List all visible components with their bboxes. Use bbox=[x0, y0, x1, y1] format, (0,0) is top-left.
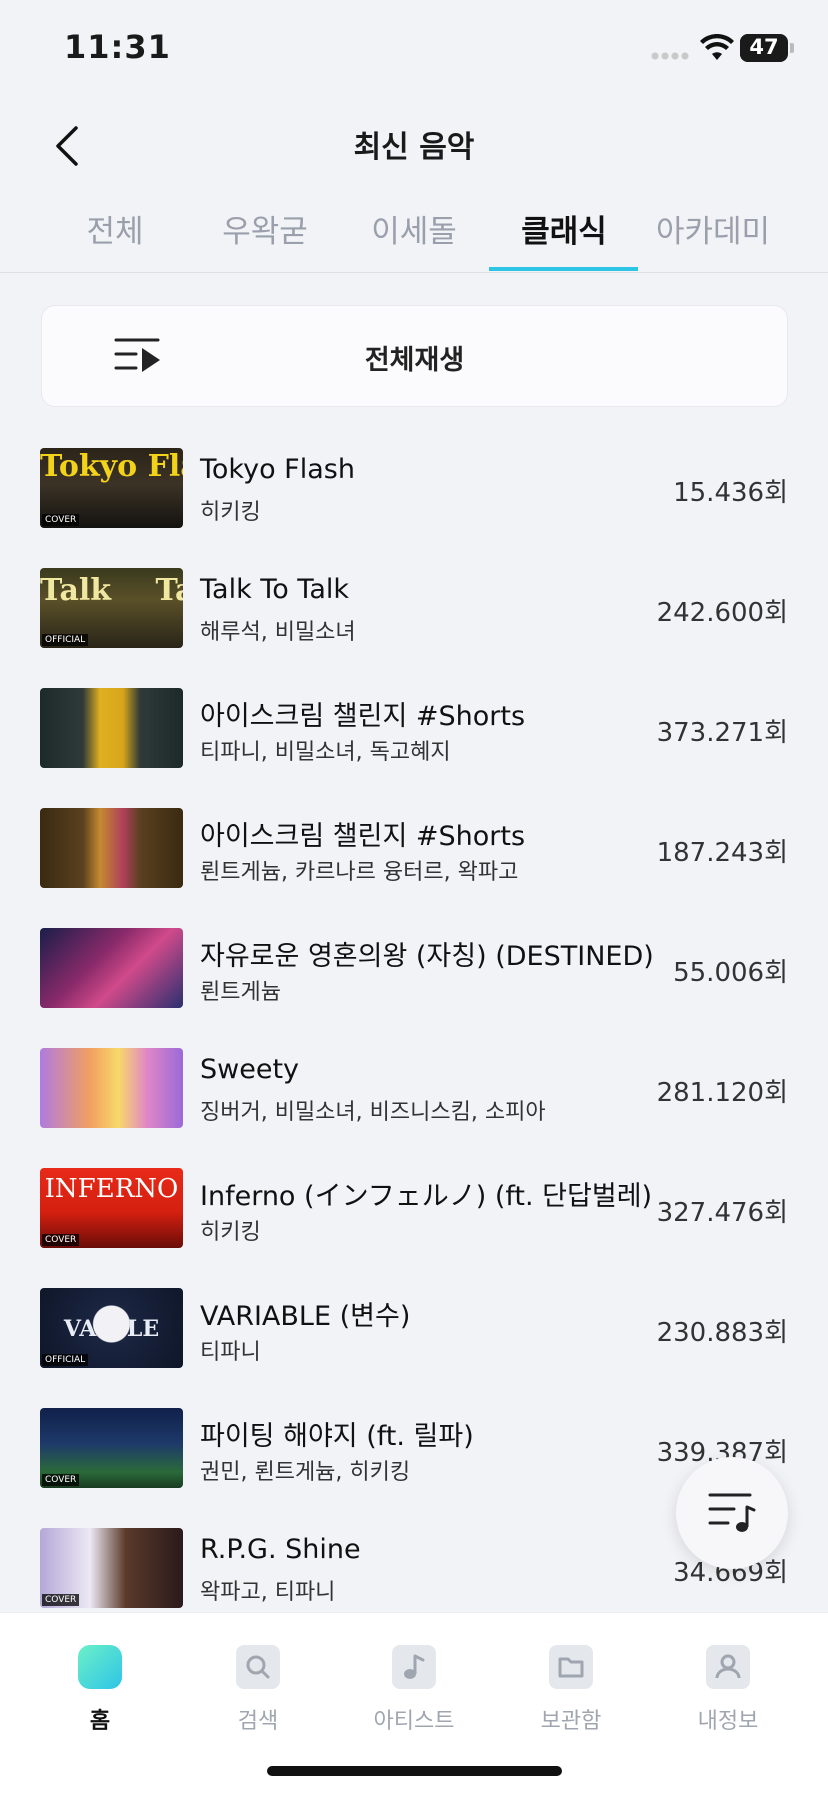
status-time: 11:31 bbox=[64, 28, 171, 66]
status-bar: 11:31 47 bbox=[0, 0, 828, 100]
nav-search[interactable]: 검색 bbox=[198, 1633, 318, 1734]
tab-woowakgood[interactable]: 우왁굳 bbox=[190, 206, 340, 251]
track-title: 파이팅 해야지 (ft. 릴파) bbox=[200, 1421, 474, 1452]
thumbnail-text: Tokyo Flash bbox=[40, 449, 183, 484]
track-play-count: 187.243회 bbox=[656, 838, 788, 868]
track-thumbnail bbox=[40, 808, 183, 888]
artist-icon bbox=[392, 1645, 436, 1689]
track-row[interactable]: Talk Talk OFFICIAL Talk To Talk 해루석, 비밀소… bbox=[0, 558, 828, 678]
profile-icon bbox=[706, 1645, 750, 1689]
header: 최신 음악 bbox=[0, 100, 828, 190]
nav-label: 홈 bbox=[89, 1709, 111, 1734]
thumbnail-text: VA LE bbox=[63, 1316, 160, 1342]
track-thumbnail: COVER bbox=[40, 1528, 183, 1608]
track-thumbnail: Talk Talk OFFICIAL bbox=[40, 568, 183, 648]
battery-percent: 47 bbox=[749, 35, 779, 59]
thumbnail-text: Talk Talk bbox=[40, 573, 183, 608]
folder-icon bbox=[549, 1645, 593, 1689]
track-title: R.P.G. Shine bbox=[200, 1534, 361, 1565]
track-row[interactable]: INFERNO COVER Inferno (インフェルノ) (ft. 단답벌레… bbox=[0, 1158, 828, 1278]
nav-home[interactable]: 홈 bbox=[40, 1633, 160, 1734]
wifi-icon bbox=[700, 34, 734, 60]
home-icon bbox=[78, 1645, 122, 1689]
track-artist: 해루석, 비밀소녀 bbox=[200, 620, 356, 645]
track-row[interactable]: 자유로운 영혼의왕 (자칭) (DESTINED) 뢴트게늄 55.006회 bbox=[0, 918, 828, 1038]
track-thumbnail bbox=[40, 1048, 183, 1128]
thumbnail-badge: COVER bbox=[42, 1474, 80, 1486]
nav-label: 아티스트 bbox=[373, 1709, 455, 1734]
nav-label: 보관함 bbox=[540, 1709, 602, 1734]
tab-all[interactable]: 전체 bbox=[40, 206, 190, 251]
nav-label: 내정보 bbox=[697, 1709, 759, 1734]
track-artist: 티파니 bbox=[200, 1340, 261, 1365]
track-thumbnail bbox=[40, 688, 183, 768]
track-title: 아이스크림 챌린지 #Shorts bbox=[200, 701, 526, 732]
battery-cap bbox=[790, 43, 794, 53]
track-list: Tokyo Flash COVER Tokyo Flash 히키킹 15.436… bbox=[0, 438, 828, 1612]
track-play-count: 242.600회 bbox=[656, 598, 788, 628]
signal-icon bbox=[650, 52, 690, 60]
thumbnail-badge: COVER bbox=[42, 1594, 80, 1606]
track-artist: 왁파고, 티파니 bbox=[200, 1580, 336, 1605]
track-thumbnail: COVER bbox=[40, 1408, 183, 1488]
tab-academy[interactable]: 아카데미 bbox=[638, 206, 788, 251]
track-row[interactable]: Tokyo Flash COVER Tokyo Flash 히키킹 15.436… bbox=[0, 438, 828, 558]
track-thumbnail bbox=[40, 928, 183, 1008]
track-title: 아이스크림 챌린지 #Shorts bbox=[200, 821, 526, 852]
thumbnail-badge: OFFICIAL bbox=[42, 634, 89, 646]
track-title: Inferno (インフェルノ) (ft. 단답벌레) bbox=[200, 1181, 653, 1212]
play-all-label: 전체재생 bbox=[364, 345, 465, 376]
track-play-count: 373.271회 bbox=[656, 718, 788, 748]
home-indicator bbox=[267, 1766, 562, 1776]
track-artist: 뢴트게늄, 카르나르 융터르, 왁파고 bbox=[200, 860, 519, 885]
track-play-count: 327.476회 bbox=[656, 1198, 788, 1228]
track-play-count: 230.883회 bbox=[656, 1318, 788, 1348]
track-artist: 징버거, 비밀소녀, 비즈니스킴, 소피아 bbox=[200, 1100, 546, 1125]
track-artist: 뢴트게늄 bbox=[200, 980, 281, 1005]
track-row[interactable]: VA LE OFFICIAL VARIABLE (변수) 티파니 230.883… bbox=[0, 1278, 828, 1398]
track-thumbnail: VA LE OFFICIAL bbox=[40, 1288, 183, 1368]
thumbnail-text: INFERNO bbox=[44, 1174, 179, 1204]
play-all-button[interactable]: 전체재생 bbox=[41, 305, 788, 407]
track-play-count: 281.120회 bbox=[656, 1078, 788, 1108]
nav-profile[interactable]: 내정보 bbox=[668, 1633, 788, 1734]
track-row[interactable]: Sweety 징버거, 비밀소녀, 비즈니스킴, 소피아 281.120회 bbox=[0, 1038, 828, 1158]
track-thumbnail: Tokyo Flash COVER bbox=[40, 448, 183, 528]
tab-classic[interactable]: 클래식 bbox=[489, 206, 639, 251]
track-title: 자유로운 영혼의왕 (자칭) (DESTINED) bbox=[200, 941, 654, 972]
track-row[interactable]: 아이스크림 챌린지 #Shorts 뢴트게늄, 카르나르 융터르, 왁파고 18… bbox=[0, 798, 828, 918]
track-play-count: 55.006회 bbox=[673, 958, 788, 988]
thumbnail-badge: OFFICIAL bbox=[42, 1354, 89, 1366]
category-tabs: 전체 우왁굳 이세돌 클래식 아카데미 bbox=[0, 196, 828, 273]
track-row[interactable]: 아이스크림 챌린지 #Shorts 티파니, 비밀소녀, 독고혜지 373.27… bbox=[0, 678, 828, 798]
track-title: Tokyo Flash bbox=[200, 454, 355, 485]
playlist-fab-button[interactable] bbox=[676, 1457, 788, 1569]
active-tab-indicator bbox=[489, 267, 638, 271]
track-artist: 티파니, 비밀소녀, 독고혜지 bbox=[200, 740, 451, 765]
nav-label: 검색 bbox=[237, 1709, 279, 1734]
playlist-music-icon bbox=[708, 1493, 756, 1532]
nav-library[interactable]: 보관함 bbox=[511, 1633, 631, 1734]
tab-isedol[interactable]: 이세돌 bbox=[339, 206, 489, 251]
track-play-count: 15.436회 bbox=[673, 478, 788, 508]
track-title: Talk To Talk bbox=[200, 574, 350, 605]
track-title: VARIABLE (변수) bbox=[200, 1301, 411, 1332]
page-title: 최신 음악 bbox=[353, 130, 475, 165]
track-artist: 권민, 뢴트게늄, 히키킹 bbox=[200, 1460, 411, 1485]
track-title: Sweety bbox=[200, 1054, 300, 1085]
track-artist: 히키킹 bbox=[200, 1220, 261, 1245]
search-icon bbox=[236, 1645, 280, 1689]
thumbnail-badge: COVER bbox=[42, 1234, 80, 1246]
nav-artist[interactable]: 아티스트 bbox=[354, 1633, 474, 1734]
track-thumbnail: INFERNO COVER bbox=[40, 1168, 183, 1248]
thumbnail-badge: COVER bbox=[42, 514, 80, 526]
track-artist: 히키킹 bbox=[200, 500, 261, 525]
battery-icon: 47 bbox=[740, 34, 788, 62]
